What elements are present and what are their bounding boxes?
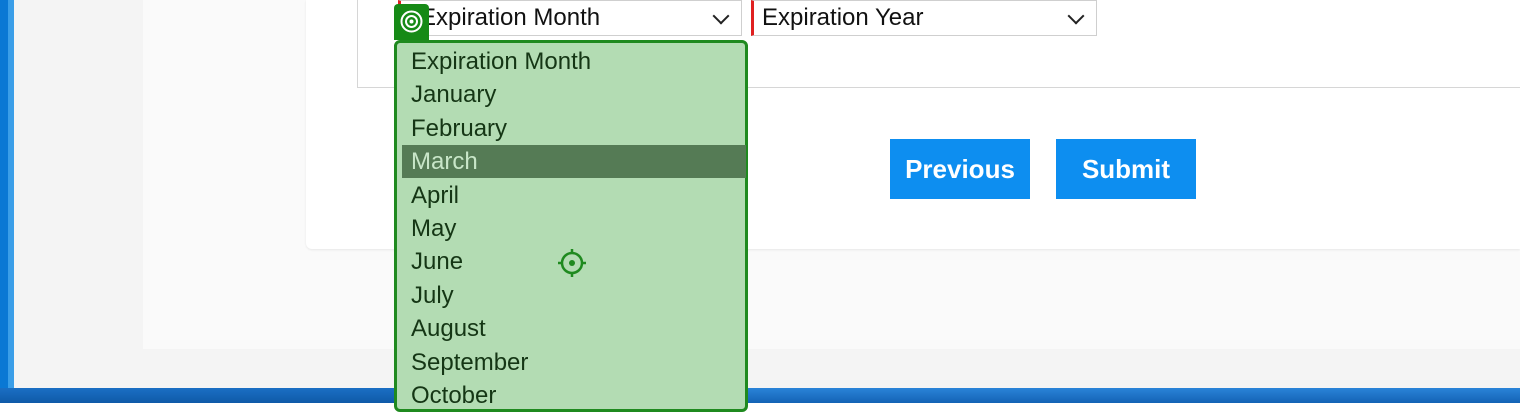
expiration-year-value: Expiration Year <box>762 4 924 31</box>
dropdown-option[interactable]: July <box>402 279 746 312</box>
dropdown-option[interactable]: February <box>402 112 746 145</box>
previous-button[interactable]: Previous <box>890 139 1030 199</box>
dropdown-option[interactable]: October <box>402 379 746 412</box>
target-icon <box>394 4 429 40</box>
dropdown-option[interactable]: August <box>402 312 746 345</box>
crosshair-icon <box>557 248 587 283</box>
dropdown-option[interactable]: September <box>402 346 746 379</box>
taskbar-highlight <box>748 388 1520 403</box>
dropdown-option[interactable]: Expiration Month <box>402 45 746 78</box>
expiration-month-value: Expiration Month <box>420 4 601 31</box>
expiration-month-select[interactable]: Expiration Month <box>398 0 742 36</box>
dropdown-option[interactable]: May <box>402 212 746 245</box>
chevron-down-icon <box>712 7 730 25</box>
chevron-down-icon <box>1067 7 1085 25</box>
expiration-year-select[interactable]: Expiration Year <box>751 0 1097 36</box>
expiration-month-dropdown-list[interactable]: Expiration Month January February March … <box>394 40 748 412</box>
submit-button[interactable]: Submit <box>1056 139 1196 199</box>
dropdown-option-highlighted[interactable]: March <box>402 145 746 178</box>
dropdown-option[interactable]: January <box>402 78 746 111</box>
dropdown-option[interactable]: April <box>402 179 746 212</box>
